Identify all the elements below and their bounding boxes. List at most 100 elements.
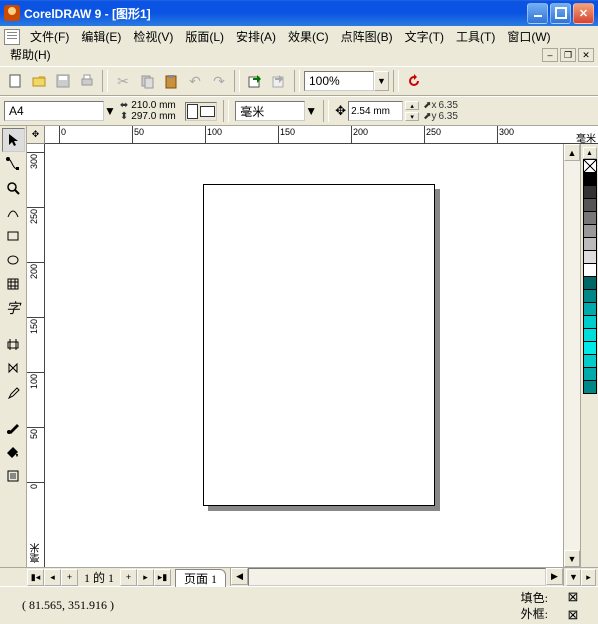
ruler-origin[interactable]: ✥ (27, 126, 45, 144)
palette-down[interactable]: ▼ (566, 569, 581, 586)
pick-tool[interactable] (2, 128, 25, 152)
cut-button[interactable]: ✂ (112, 70, 134, 92)
page-width-input[interactable] (131, 101, 181, 111)
zoom-tool[interactable] (2, 176, 25, 200)
eyedropper-tool[interactable] (2, 380, 25, 404)
color-swatch[interactable] (583, 224, 597, 238)
minimize-button[interactable] (527, 3, 548, 24)
vertical-ruler[interactable]: 毫米 300250200150100500 (27, 144, 45, 567)
color-swatch[interactable] (583, 185, 597, 199)
vertical-scrollbar[interactable]: ▲ ▼ (563, 144, 580, 567)
menu-edit[interactable]: 编辑(E) (75, 28, 127, 46)
orientation-toggle[interactable] (185, 102, 217, 121)
nudge-up[interactable]: ▴ (405, 101, 419, 110)
mdi-close[interactable]: ✕ (578, 48, 594, 62)
page-tab-1[interactable]: 页面 1 (175, 569, 226, 587)
color-swatch[interactable] (583, 367, 597, 381)
color-swatch[interactable] (583, 211, 597, 225)
save-button[interactable] (52, 70, 74, 92)
color-swatch[interactable] (583, 302, 597, 316)
print-button[interactable] (76, 70, 98, 92)
color-swatch[interactable] (583, 380, 597, 394)
import-button[interactable] (244, 70, 266, 92)
scroll-up-button[interactable]: ▲ (564, 144, 580, 161)
refresh-button[interactable] (403, 70, 425, 92)
menu-effects[interactable]: 效果(C) (282, 28, 335, 46)
export-button[interactable] (268, 70, 290, 92)
paste-button[interactable] (160, 70, 182, 92)
scroll-down-button[interactable]: ▼ (564, 550, 580, 567)
menu-tools[interactable]: 工具(T) (450, 28, 501, 46)
page-size-dropdown[interactable]: ▼ (104, 104, 116, 118)
fill-tool[interactable] (2, 440, 25, 464)
add-page-after-button[interactable]: + (120, 569, 137, 586)
swatch-none[interactable] (583, 159, 597, 173)
polygon-tool[interactable] (2, 272, 25, 296)
menu-arrange[interactable]: 安排(A) (230, 28, 282, 46)
text-tool[interactable]: 字 (2, 296, 25, 320)
color-swatch[interactable] (583, 250, 597, 264)
hscroll-track[interactable] (248, 568, 546, 586)
palette-up[interactable]: ▲ (583, 147, 597, 159)
open-button[interactable] (28, 70, 50, 92)
zoom-dropdown[interactable]: ▼ (374, 71, 389, 91)
zoom-input[interactable] (304, 71, 374, 91)
shape-tool[interactable] (2, 152, 25, 176)
interactive-fill-tool[interactable] (2, 332, 25, 356)
units-input[interactable] (235, 101, 305, 121)
units-dropdown[interactable]: ▼ (305, 104, 317, 118)
menu-help[interactable]: 帮助(H) (4, 46, 57, 64)
scroll-left-button[interactable]: ◀ (231, 568, 248, 585)
outline-tool[interactable] (2, 416, 25, 440)
mdi-restore[interactable]: ❐ (560, 48, 576, 62)
color-swatch[interactable] (583, 198, 597, 212)
add-page-before-button[interactable]: + (61, 569, 78, 586)
color-swatch[interactable] (583, 172, 597, 186)
portrait-button[interactable] (187, 104, 198, 119)
horizontal-scrollbar[interactable]: ◀ ▶ (231, 568, 563, 586)
horizontal-ruler[interactable]: 毫米 050100150200250300 (45, 126, 598, 144)
menu-bitmap[interactable]: 点阵图(B) (335, 28, 399, 46)
next-page-button[interactable]: ▸ (137, 569, 154, 586)
color-swatch[interactable] (583, 276, 597, 290)
page-size-combo[interactable]: ▼ (4, 101, 116, 121)
color-swatch[interactable] (583, 289, 597, 303)
color-swatch[interactable] (583, 263, 597, 277)
menu-file[interactable]: 文件(F) (24, 28, 75, 46)
maximize-button[interactable] (550, 3, 571, 24)
units-combo[interactable]: ▼ (235, 101, 317, 121)
close-button[interactable] (573, 3, 594, 24)
ellipse-tool[interactable] (2, 248, 25, 272)
color-swatch[interactable] (583, 341, 597, 355)
zoom-combo[interactable]: ▼ (304, 71, 389, 91)
color-swatch[interactable] (583, 237, 597, 251)
landscape-button[interactable] (200, 106, 215, 117)
color-swatch[interactable] (583, 354, 597, 368)
interactive-blend-tool[interactable] (2, 356, 25, 380)
drawing-canvas[interactable] (45, 144, 563, 567)
scroll-right-button[interactable]: ▶ (546, 568, 563, 585)
nudge-down[interactable]: ▾ (405, 112, 419, 121)
drawing-page[interactable] (203, 184, 435, 506)
freehand-tool[interactable] (2, 200, 25, 224)
color-swatch[interactable] (583, 328, 597, 342)
prev-page-button[interactable]: ◂ (44, 569, 61, 586)
menu-text[interactable]: 文字(T) (399, 28, 450, 46)
undo-button[interactable]: ↶ (184, 70, 206, 92)
menu-window[interactable]: 窗口(W) (501, 28, 556, 46)
rectangle-tool[interactable] (2, 224, 25, 248)
page-height-input[interactable] (131, 112, 181, 122)
color-swatch[interactable] (583, 315, 597, 329)
menu-view[interactable]: 检视(V) (127, 28, 179, 46)
redo-button[interactable]: ↷ (208, 70, 230, 92)
vscroll-track[interactable] (564, 161, 580, 550)
page-size-input[interactable] (4, 101, 104, 121)
nudge-input[interactable] (348, 101, 403, 121)
menu-layout[interactable]: 版面(L) (179, 28, 230, 46)
palette-flyout[interactable]: ▸ (581, 569, 596, 586)
interactive-mesh-tool[interactable] (2, 464, 25, 488)
first-page-button[interactable]: ▮◂ (27, 569, 44, 586)
last-page-button[interactable]: ▸▮ (154, 569, 171, 586)
new-button[interactable] (4, 70, 26, 92)
mdi-minimize[interactable]: – (542, 48, 558, 62)
